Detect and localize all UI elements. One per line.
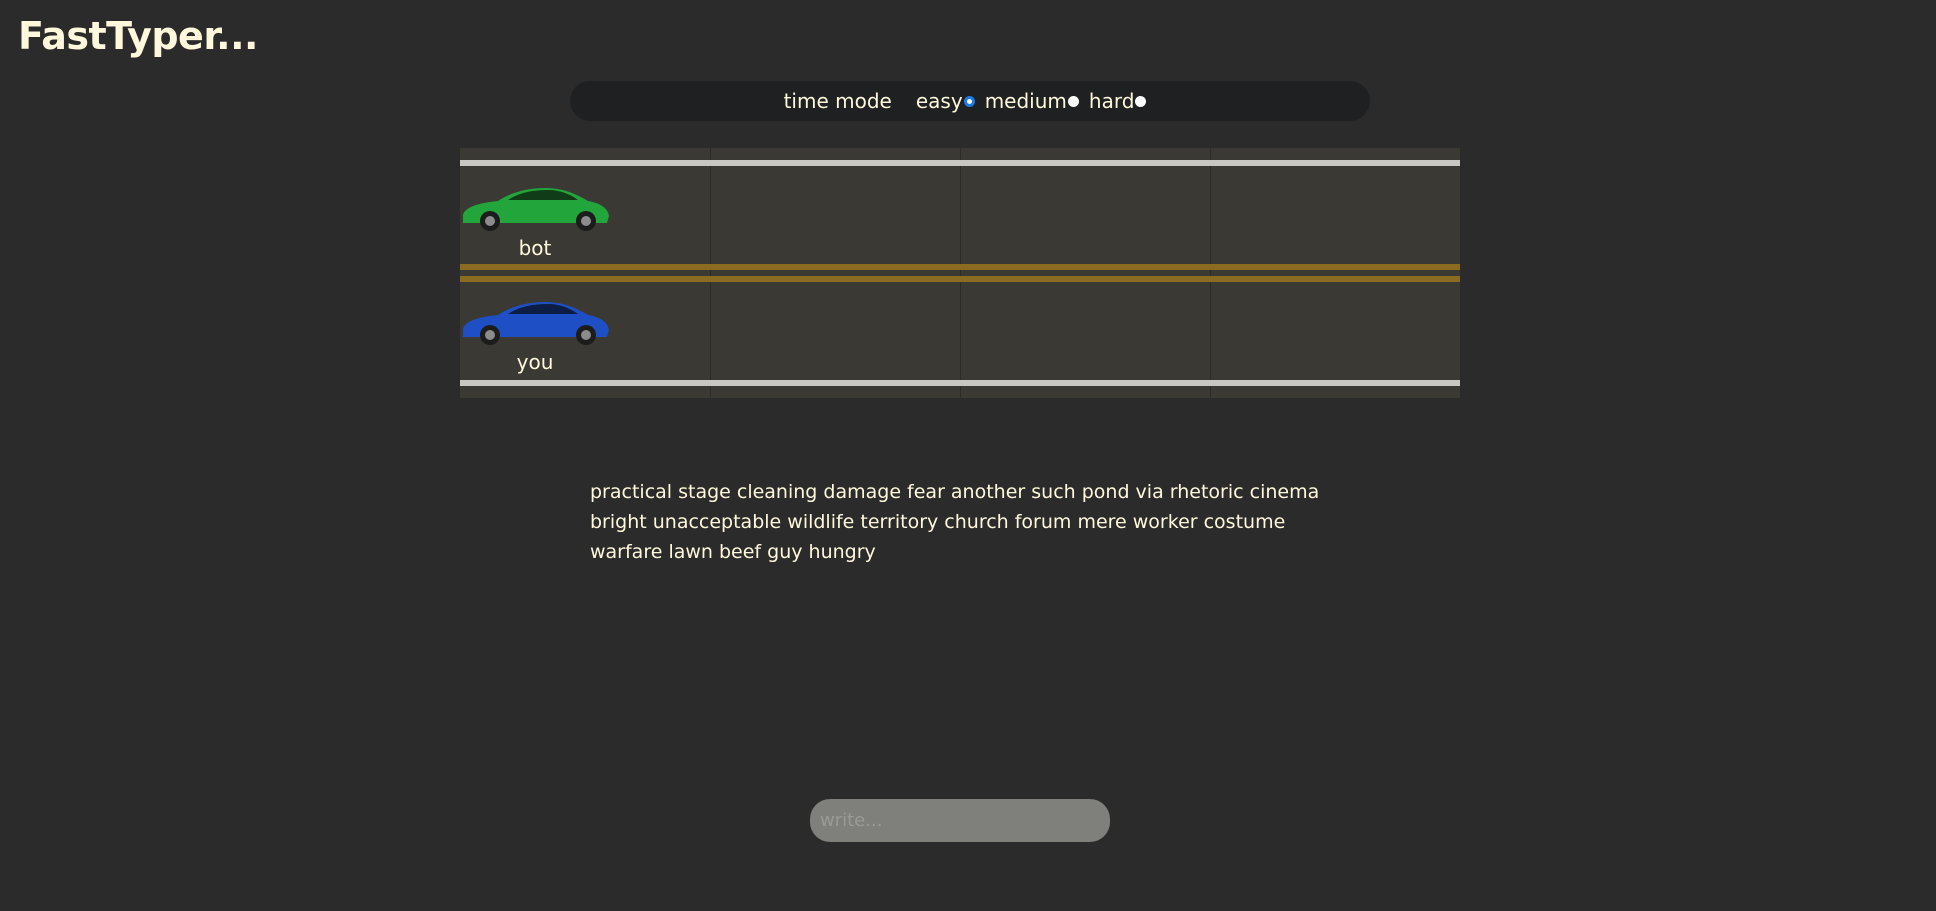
easy-radio[interactable] <box>963 95 975 107</box>
typing-input[interactable] <box>810 799 1110 842</box>
mode-option-easy-label: easy <box>915 89 963 113</box>
time-mode-bar: time mode easy medium hard <box>570 81 1370 121</box>
track-top-line <box>460 160 1460 166</box>
player-car-icon <box>463 302 609 345</box>
hard-radio[interactable] <box>1135 95 1147 107</box>
mode-option-easy[interactable]: easy <box>916 89 975 113</box>
typing-prompt-text: practical stage cleaning damage fear ano… <box>590 481 1320 563</box>
bot-label: bot <box>518 236 552 260</box>
track-segment-divider <box>710 148 711 398</box>
medium-radio[interactable] <box>1067 95 1079 107</box>
app-title: FastTyper... <box>18 14 258 58</box>
track-segment-divider <box>1210 148 1211 398</box>
race-track: bot you <box>460 148 1460 398</box>
player-label: you <box>516 350 554 374</box>
mode-option-medium-label: medium <box>984 89 1067 113</box>
track-center-line <box>460 264 1460 270</box>
mode-option-hard-label: hard <box>1088 89 1135 113</box>
track-center-line <box>460 276 1460 282</box>
mode-option-medium[interactable]: medium <box>985 89 1079 113</box>
bot-car-icon <box>463 188 609 231</box>
track-segment-divider <box>960 148 961 398</box>
mode-option-hard[interactable]: hard <box>1089 89 1147 113</box>
time-mode-label: time mode <box>783 89 892 113</box>
track-bottom-line <box>460 380 1460 386</box>
